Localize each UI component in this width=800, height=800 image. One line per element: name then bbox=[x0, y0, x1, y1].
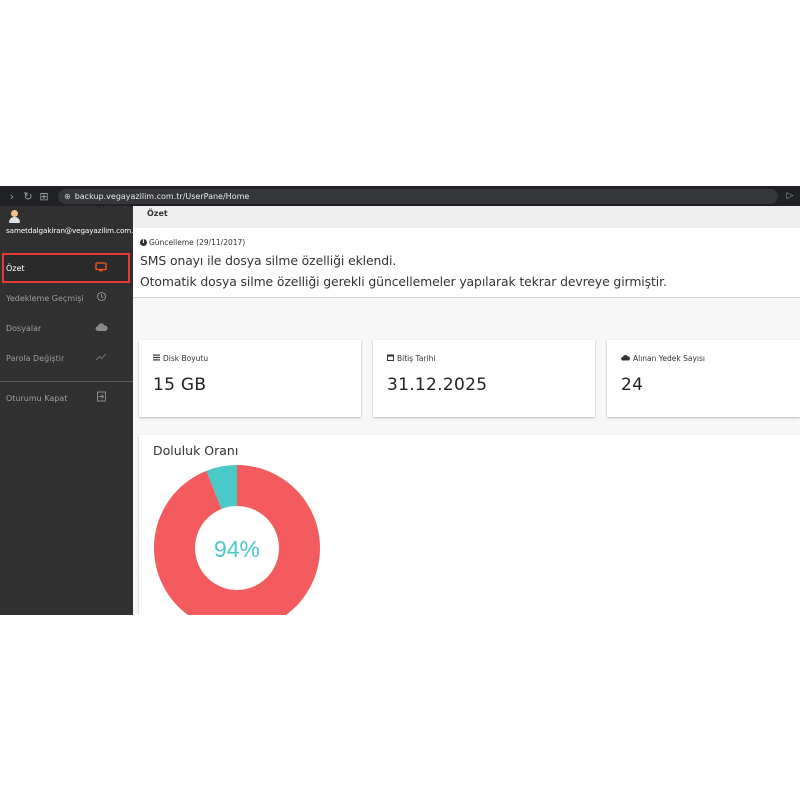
sidebar-item-label: Oturumu Kapat bbox=[6, 393, 68, 403]
fill-rate-donut: 94% bbox=[154, 465, 320, 615]
sidebar-item-label: Dosyalar bbox=[6, 323, 42, 333]
info-icon: i bbox=[140, 239, 147, 246]
fill-rate-title: Doluluk Oranı bbox=[153, 443, 239, 458]
reload-icon[interactable]: ↻ bbox=[20, 190, 36, 203]
update-panel: i Güncelleme (29/11/2017) SMS onayı ile … bbox=[133, 228, 800, 298]
stat-value: 15 GB bbox=[153, 375, 207, 395]
stat-label: Bitiş Tarihi bbox=[387, 354, 595, 363]
stat-card-end-date: Bitiş Tarihi 31.12.2025 bbox=[373, 340, 595, 417]
sidebar-item-label: Parola Değiştir bbox=[6, 353, 65, 363]
stat-card-backup-count: Alınan Yedek Sayısı 24 bbox=[607, 340, 800, 417]
sidebar-item-logout[interactable]: Oturumu Kapat bbox=[2, 383, 130, 413]
update-line: SMS onayı ile dosya silme özelliği eklen… bbox=[140, 253, 397, 268]
sidebar-item-yedekleme-gecmisi[interactable]: Yedekleme Geçmişi bbox=[2, 283, 130, 313]
stat-value: 31.12.2025 bbox=[387, 375, 488, 395]
history-icon bbox=[94, 291, 108, 305]
globe-icon: ⊕ bbox=[64, 191, 71, 201]
sidebar-item-ozet[interactable]: Özet bbox=[2, 253, 130, 283]
apps-grid-icon[interactable]: ⊞ bbox=[36, 190, 52, 203]
update-title: i Güncelleme (29/11/2017) bbox=[140, 238, 800, 247]
sidebar-item-parola-degistir[interactable]: Parola Değiştir bbox=[2, 343, 130, 373]
avatar bbox=[8, 210, 20, 224]
user-email: sametdalgakiran@vegayazilim.com.tr bbox=[6, 226, 139, 235]
stat-value: 24 bbox=[621, 375, 644, 395]
stat-label-text: Disk Boyutu bbox=[163, 354, 209, 363]
browser-toolbar: › ↻ ⊞ ⊕ backup.vegayazilim.com.tr/UserPa… bbox=[0, 186, 800, 206]
sidebar-item-label: Yedekleme Geçmişi bbox=[6, 293, 84, 303]
trend-icon bbox=[94, 352, 108, 364]
cloud-icon bbox=[621, 354, 630, 363]
calendar-icon bbox=[387, 354, 394, 363]
stat-label-text: Alınan Yedek Sayısı bbox=[633, 354, 705, 363]
address-bar[interactable]: ⊕ backup.vegayazilim.com.tr/UserPane/Hom… bbox=[58, 188, 778, 204]
sidebar-footer-menu: Oturumu Kapat bbox=[0, 383, 133, 413]
stat-label-text: Bitiş Tarihi bbox=[397, 354, 436, 363]
list-icon bbox=[153, 354, 160, 363]
sidebar-divider bbox=[0, 381, 133, 382]
sidebar-item-label: Özet bbox=[6, 263, 25, 273]
update-line: Otomatik dosya silme özelliği gerekli gü… bbox=[140, 274, 667, 289]
app-window: › ↻ ⊞ ⊕ backup.vegayazilim.com.tr/UserPa… bbox=[0, 186, 800, 615]
sidebar-item-dosyalar[interactable]: Dosyalar bbox=[2, 313, 130, 343]
monitor-icon bbox=[94, 261, 108, 275]
stat-label: Disk Boyutu bbox=[153, 354, 361, 363]
update-title-text: Güncelleme (29/11/2017) bbox=[149, 238, 246, 247]
sidebar-menu: Özet Yedekleme Geçmişi Dosyalar Parola D… bbox=[0, 253, 133, 373]
page-header: Özet bbox=[133, 206, 800, 228]
sign-out-icon bbox=[94, 391, 108, 405]
forward-icon[interactable]: › bbox=[4, 190, 20, 203]
user-area: sametdalgakiran@vegayazilim.com.tr bbox=[0, 206, 139, 253]
main-content: Özet i Güncelleme (29/11/2017) SMS onayı… bbox=[133, 206, 800, 615]
cloud-upload-icon bbox=[94, 322, 108, 335]
fill-rate-card: Doluluk Oranı 94% bbox=[139, 435, 800, 615]
stat-label: Alınan Yedek Sayısı bbox=[621, 354, 800, 363]
send-icon[interactable]: ▷ bbox=[784, 191, 796, 201]
page-title: Özet bbox=[147, 209, 168, 218]
stat-card-disk-size: Disk Boyutu 15 GB bbox=[139, 340, 361, 417]
url-text: backup.vegayazilim.com.tr/UserPane/Home bbox=[74, 191, 250, 201]
donut-percent-label: 94% bbox=[214, 536, 260, 562]
sidebar: sametdalgakiran@vegayazilim.com.tr Özet … bbox=[0, 206, 139, 615]
